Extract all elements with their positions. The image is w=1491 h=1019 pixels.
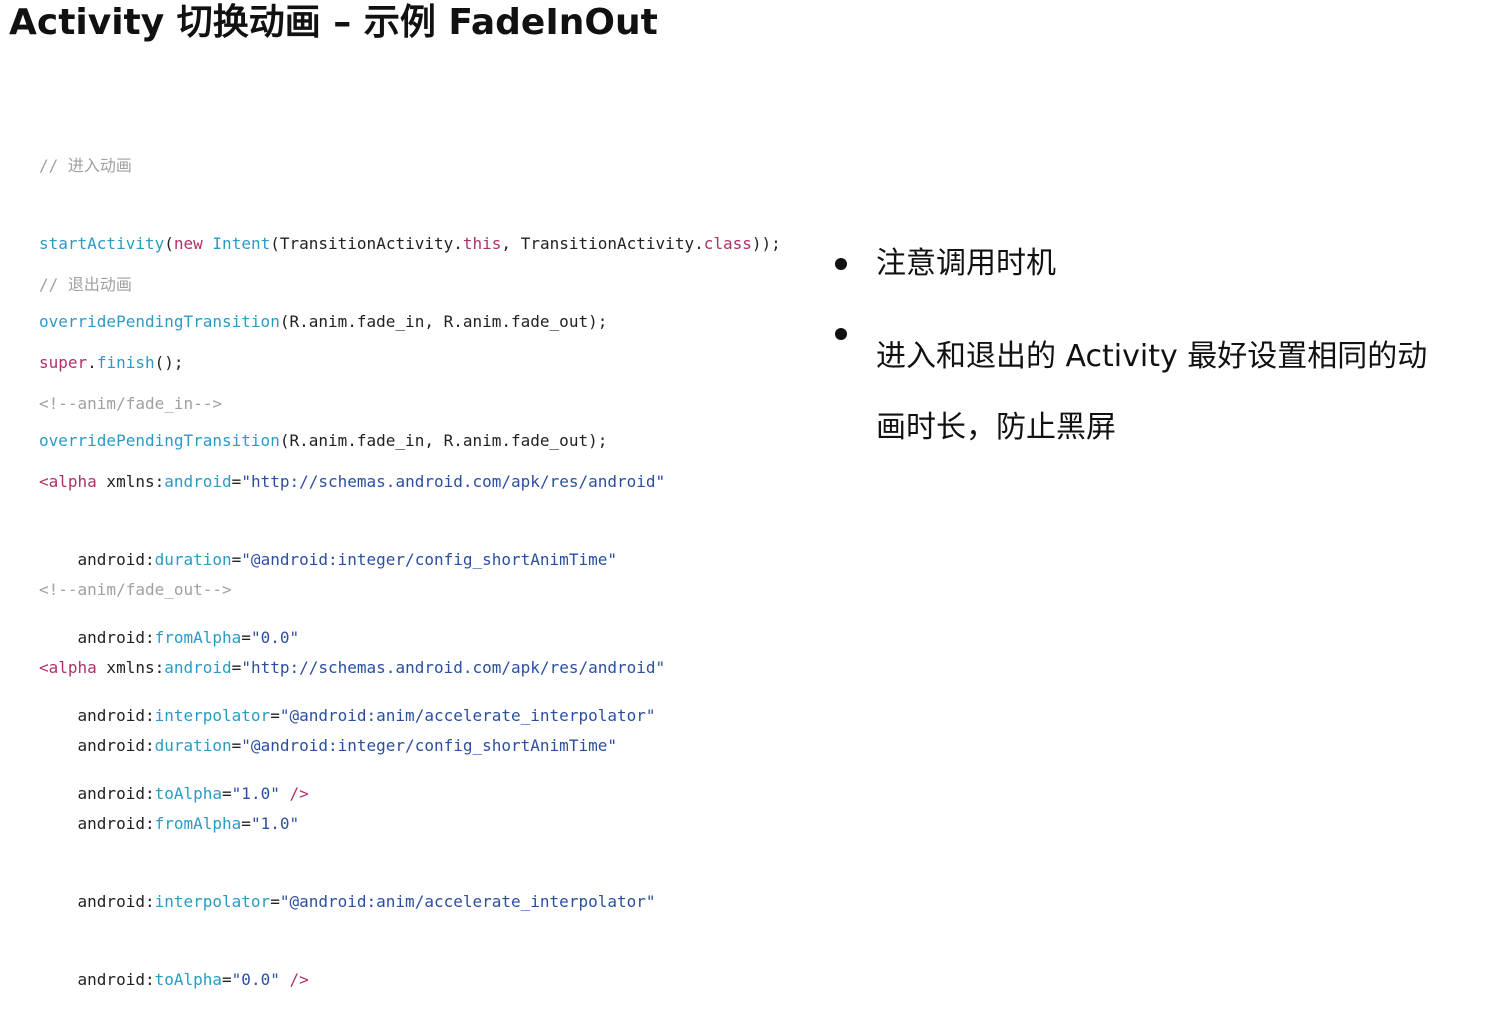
xml-value: "0.0"	[231, 970, 280, 989]
bullet-list: 注意调用时机 进入和退出的 Activity 最好设置相同的动 画时长，防止黑屏	[832, 240, 1482, 474]
code-comment: <!--anim/fade_out-->	[39, 580, 232, 599]
bullet-text: 注意调用时机	[876, 246, 1056, 281]
code-keyword: class	[703, 234, 752, 253]
code-comment: // 退出动画	[39, 275, 132, 294]
slide-title: Activity 切换动画 – 示例 FadeInOut	[9, 2, 658, 43]
xml-value: "http://schemas.android.com/apk/res/andr…	[241, 472, 666, 491]
xml-eq: =	[231, 736, 242, 755]
xml-attr: android	[164, 658, 232, 677]
code-block-fade-out: <!--anim/fade_out--> <alpha xmlns:androi…	[39, 525, 665, 1019]
bullet-item: 进入和退出的 Activity 最好设置相同的动 画时长，防止黑屏	[832, 310, 1482, 474]
xml-ns: android:	[39, 970, 155, 989]
xml-close: />	[279, 970, 309, 989]
xml-value: "@android:integer/config_shortAnimTime"	[241, 736, 617, 755]
xml-attr: interpolator	[154, 892, 271, 911]
xml-tag: <alpha	[39, 472, 97, 491]
xml-value: "http://schemas.android.com/apk/res/andr…	[241, 658, 666, 677]
xml-eq: =	[231, 658, 242, 677]
xml-tag: <alpha	[39, 658, 97, 677]
xml-eq: =	[241, 814, 251, 833]
xml-key: xmlns:	[96, 658, 165, 677]
xml-ns: android:	[39, 892, 155, 911]
xml-eq: =	[222, 970, 232, 989]
bullet-dot-icon	[835, 328, 847, 340]
xml-attr: android	[164, 472, 232, 491]
xml-ns: android:	[39, 814, 155, 833]
xml-value: "@android:anim/accelerate_interpolator"	[279, 892, 656, 911]
xml-ns: android:	[39, 736, 155, 755]
code-punct: ));	[751, 234, 781, 253]
bullet-item: 注意调用时机	[832, 240, 1482, 288]
xml-key: xmlns:	[96, 472, 165, 491]
bullet-dot-icon	[835, 258, 847, 270]
xml-attr: fromAlpha	[154, 814, 242, 833]
xml-eq: =	[231, 472, 242, 491]
xml-attr: duration	[154, 736, 232, 755]
xml-eq: =	[270, 892, 280, 911]
code-comment: <!--anim/fade_in-->	[39, 394, 223, 413]
code-comment: // 进入动画	[39, 156, 132, 175]
xml-value: "1.0"	[250, 814, 300, 833]
xml-attr: toAlpha	[154, 970, 223, 989]
